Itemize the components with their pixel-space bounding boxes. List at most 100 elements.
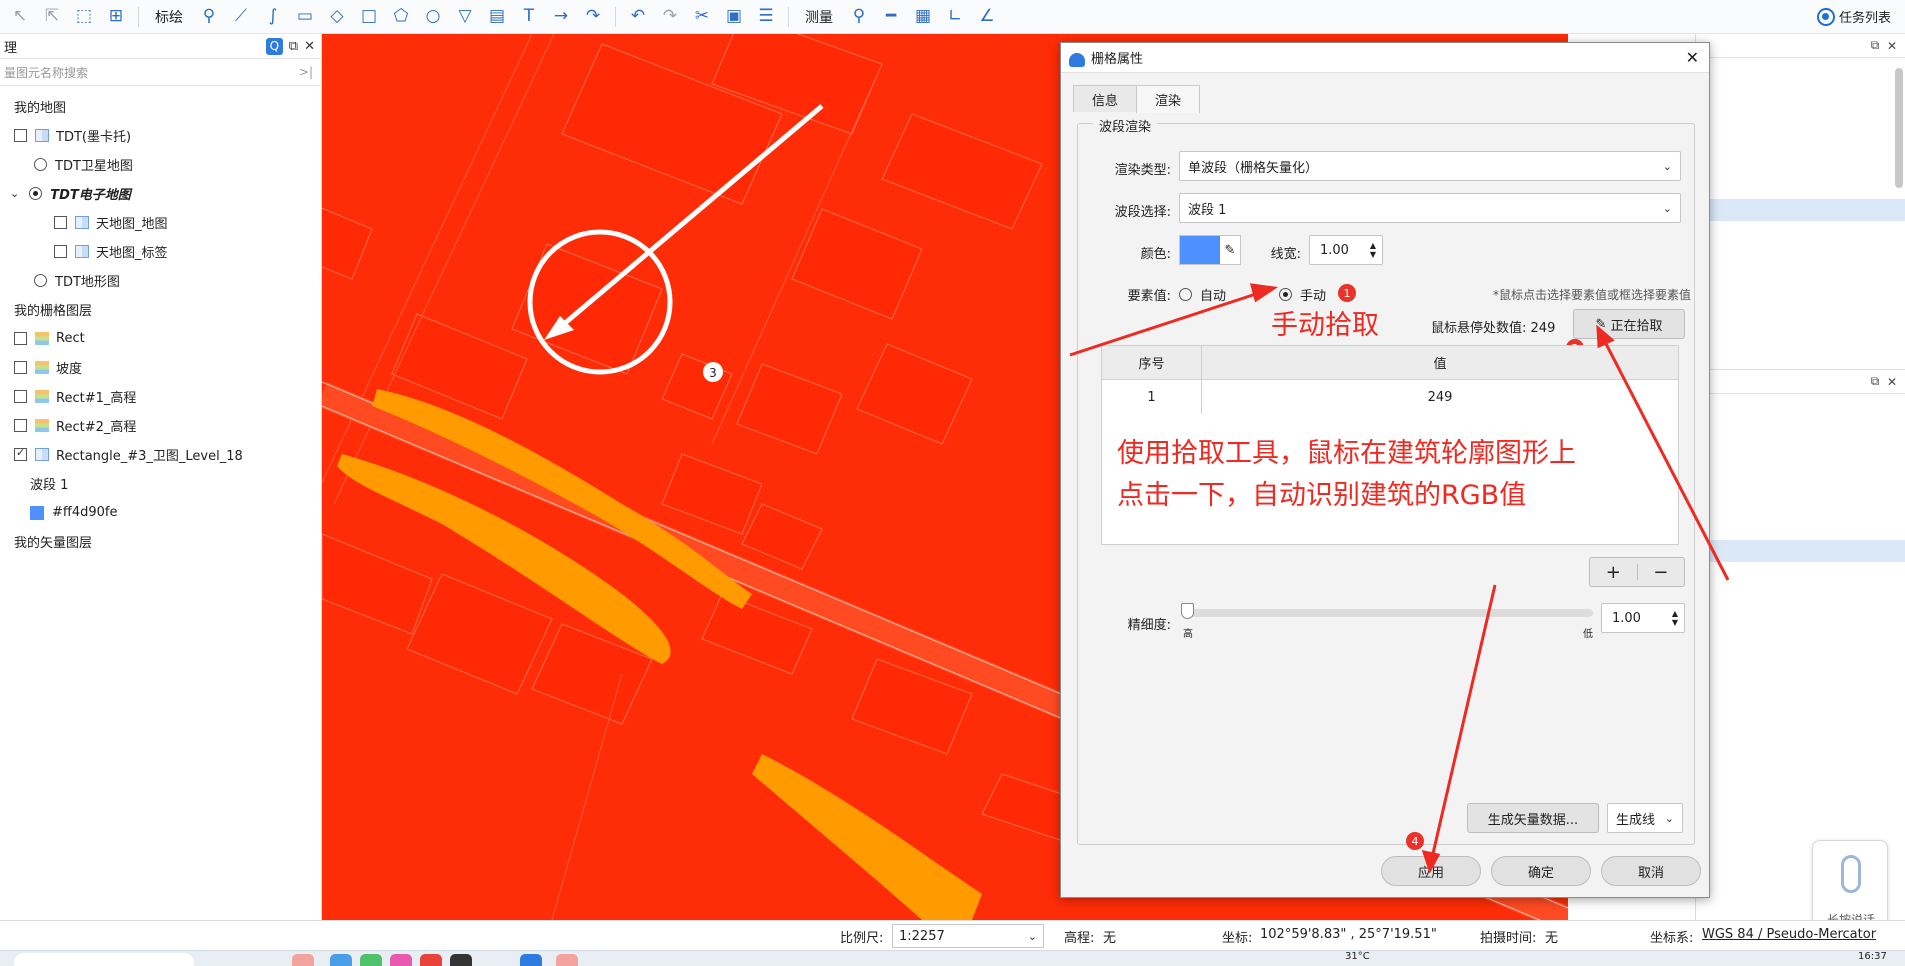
precision-slider[interactable] xyxy=(1181,609,1593,617)
measure-angle-icon[interactable]: ∟ xyxy=(944,6,966,28)
checkbox-checked[interactable] xyxy=(14,446,27,461)
radio[interactable] xyxy=(1179,288,1192,301)
curve-icon[interactable]: ∫ xyxy=(262,6,284,28)
radio-selected[interactable] xyxy=(29,187,43,200)
taskbar-app-icon[interactable] xyxy=(450,954,472,966)
taskbar-app-icon[interactable] xyxy=(556,954,578,966)
color-picker[interactable]: ✎ xyxy=(1179,235,1241,265)
group-my-raster[interactable]: 我的栅格图层 xyxy=(0,295,321,324)
layer-tdt-label[interactable]: 天地图_标签 xyxy=(0,237,321,266)
layer-tdt-mercator[interactable]: TDT(墨卡托) xyxy=(0,121,321,150)
pointer-icon[interactable]: ⇱ xyxy=(41,6,63,28)
close-icon[interactable]: ✕ xyxy=(304,39,315,54)
square-icon[interactable]: □ xyxy=(358,6,380,28)
checkbox[interactable] xyxy=(14,129,27,142)
taskbar-app-icon[interactable] xyxy=(330,954,352,966)
checkbox[interactable] xyxy=(14,419,27,432)
layer-tdt-map[interactable]: 天地图_地图 xyxy=(0,208,321,237)
spinner-arrows-icon[interactable]: ▲ ▼ xyxy=(1370,241,1376,259)
taskbar-search[interactable] xyxy=(14,953,194,966)
task-list-button[interactable]: 任务列表 xyxy=(1816,7,1891,26)
radio[interactable] xyxy=(34,274,47,287)
taskbar-app-icon[interactable] xyxy=(420,954,442,966)
arrow-select-icon[interactable]: ↖ xyxy=(9,6,31,28)
scale-select[interactable]: 1:2257 ⌄ xyxy=(892,924,1044,948)
list-icon[interactable]: ☰ xyxy=(755,6,777,28)
scrollbar[interactable] xyxy=(1895,68,1903,188)
precision-spinner[interactable]: 1.00 ▲ ▼ xyxy=(1601,603,1685,633)
undo-icon[interactable]: ↶ xyxy=(627,6,649,28)
taskbar-app-icon[interactable] xyxy=(390,954,412,966)
measure-area-icon[interactable]: ▦ xyxy=(912,6,934,28)
checkbox[interactable] xyxy=(14,390,27,403)
ok-button[interactable]: 确定 xyxy=(1491,856,1591,886)
close-icon[interactable]: ✕ xyxy=(1887,375,1897,389)
mark-menu[interactable]: 标绘 xyxy=(155,7,183,27)
checkbox[interactable] xyxy=(54,245,67,258)
search-icon[interactable]: Q xyxy=(265,37,283,55)
chevron-down-icon[interactable]: ⌄ xyxy=(10,187,19,200)
layer-tdt-satellite[interactable]: TDT卫星地图 xyxy=(0,150,321,179)
crs-value[interactable]: WGS 84 / Pseudo-Mercator xyxy=(1702,927,1876,942)
band-row[interactable]: 波段 1 xyxy=(0,469,321,498)
restore-icon[interactable]: ⧉ xyxy=(1871,374,1880,389)
tab-render[interactable]: 渲染 xyxy=(1136,85,1201,113)
checkbox[interactable] xyxy=(14,332,27,345)
rectangle-icon[interactable]: ▭ xyxy=(294,6,316,28)
table-row[interactable]: 1 249 xyxy=(1102,380,1678,414)
apply-button[interactable]: 应用 xyxy=(1381,856,1481,886)
freehand-icon[interactable]: ◇ xyxy=(326,6,348,28)
group-my-map[interactable]: 我的地图 xyxy=(0,92,321,121)
render-type-select[interactable]: 单波段（栅格矢量化） ⌄ xyxy=(1179,151,1681,181)
close-icon[interactable]: ✕ xyxy=(1887,39,1897,53)
measure-point-icon[interactable]: ⚲ xyxy=(848,6,870,28)
layer-tdt-electronic[interactable]: ⌄ TDT电子地图 xyxy=(0,179,321,208)
ruler-draw-icon[interactable]: ▤ xyxy=(486,6,508,28)
radio[interactable] xyxy=(34,158,47,171)
checkbox[interactable] xyxy=(54,216,67,229)
generate-line-select[interactable]: 生成线 ⌄ xyxy=(1607,803,1683,833)
line-width-spinner[interactable]: 1.00 ▲ ▼ xyxy=(1309,235,1383,265)
collapse-icon[interactable]: >| xyxy=(299,65,313,79)
picking-button[interactable]: ✎ 正在拾取 xyxy=(1573,309,1685,339)
measure-azimuth-icon[interactable]: ∠ xyxy=(976,6,998,28)
spinner-arrows-icon[interactable]: ▲ ▼ xyxy=(1672,609,1678,627)
manual-radio[interactable]: 手动 xyxy=(1279,285,1326,304)
precision-slider-handle[interactable] xyxy=(1181,603,1194,619)
checkbox[interactable] xyxy=(14,361,27,374)
radio-selected[interactable] xyxy=(1279,288,1292,301)
circle-icon[interactable]: ○ xyxy=(422,6,444,28)
layer-rect1[interactable]: Rect#1_高程 xyxy=(0,382,321,411)
generate-vector-button[interactable]: 生成矢量数据... xyxy=(1467,803,1599,833)
redo-icon[interactable]: ↷ xyxy=(659,6,681,28)
close-icon[interactable]: ✕ xyxy=(1686,48,1699,67)
eyedropper-icon[interactable]: ✎ xyxy=(1220,236,1240,264)
cut-icon[interactable]: ✂ xyxy=(691,6,713,28)
restore-icon[interactable]: ⧉ xyxy=(1871,38,1880,53)
restore-icon[interactable]: ⧉ xyxy=(289,39,298,54)
layer-slope[interactable]: 坡度 xyxy=(0,353,321,382)
pin-icon[interactable]: ⚲ xyxy=(198,6,220,28)
group-my-vector[interactable]: 我的矢量图层 xyxy=(0,527,321,556)
layer-search-input[interactable]: 量图元名称搜索 >| xyxy=(0,58,321,86)
polyline-icon[interactable]: ⟋ xyxy=(230,6,252,28)
add-icon[interactable]: + xyxy=(1590,562,1637,583)
taskbar-app-icon[interactable] xyxy=(360,954,382,966)
layer-rect[interactable]: Rect xyxy=(0,324,321,353)
color-row[interactable]: #ff4d90fe xyxy=(0,498,321,527)
arrow-icon[interactable]: → xyxy=(550,6,572,28)
layer-rect3[interactable]: Rectangle_#3_卫图_Level_18 xyxy=(0,440,321,469)
pentagon-icon[interactable]: ⬠ xyxy=(390,6,412,28)
paste-icon[interactable]: ▣ xyxy=(723,6,745,28)
zoom-icon[interactable]: ⊞ xyxy=(105,6,127,28)
auto-radio[interactable]: 自动 xyxy=(1179,285,1226,304)
taskbar-app-icon[interactable] xyxy=(520,954,542,966)
taskbar-app-icon[interactable] xyxy=(292,954,314,966)
curved-arrow-icon[interactable]: ↷ xyxy=(582,6,604,28)
band-select[interactable]: 波段 1 ⌄ xyxy=(1179,193,1681,223)
layer-tdt-terrain[interactable]: TDT地形图 xyxy=(0,266,321,295)
text-icon[interactable]: T xyxy=(518,6,540,28)
remove-icon[interactable]: − xyxy=(1638,562,1685,583)
cancel-button[interactable]: 取消 xyxy=(1601,856,1701,886)
tab-info[interactable]: 信息 xyxy=(1073,85,1138,112)
